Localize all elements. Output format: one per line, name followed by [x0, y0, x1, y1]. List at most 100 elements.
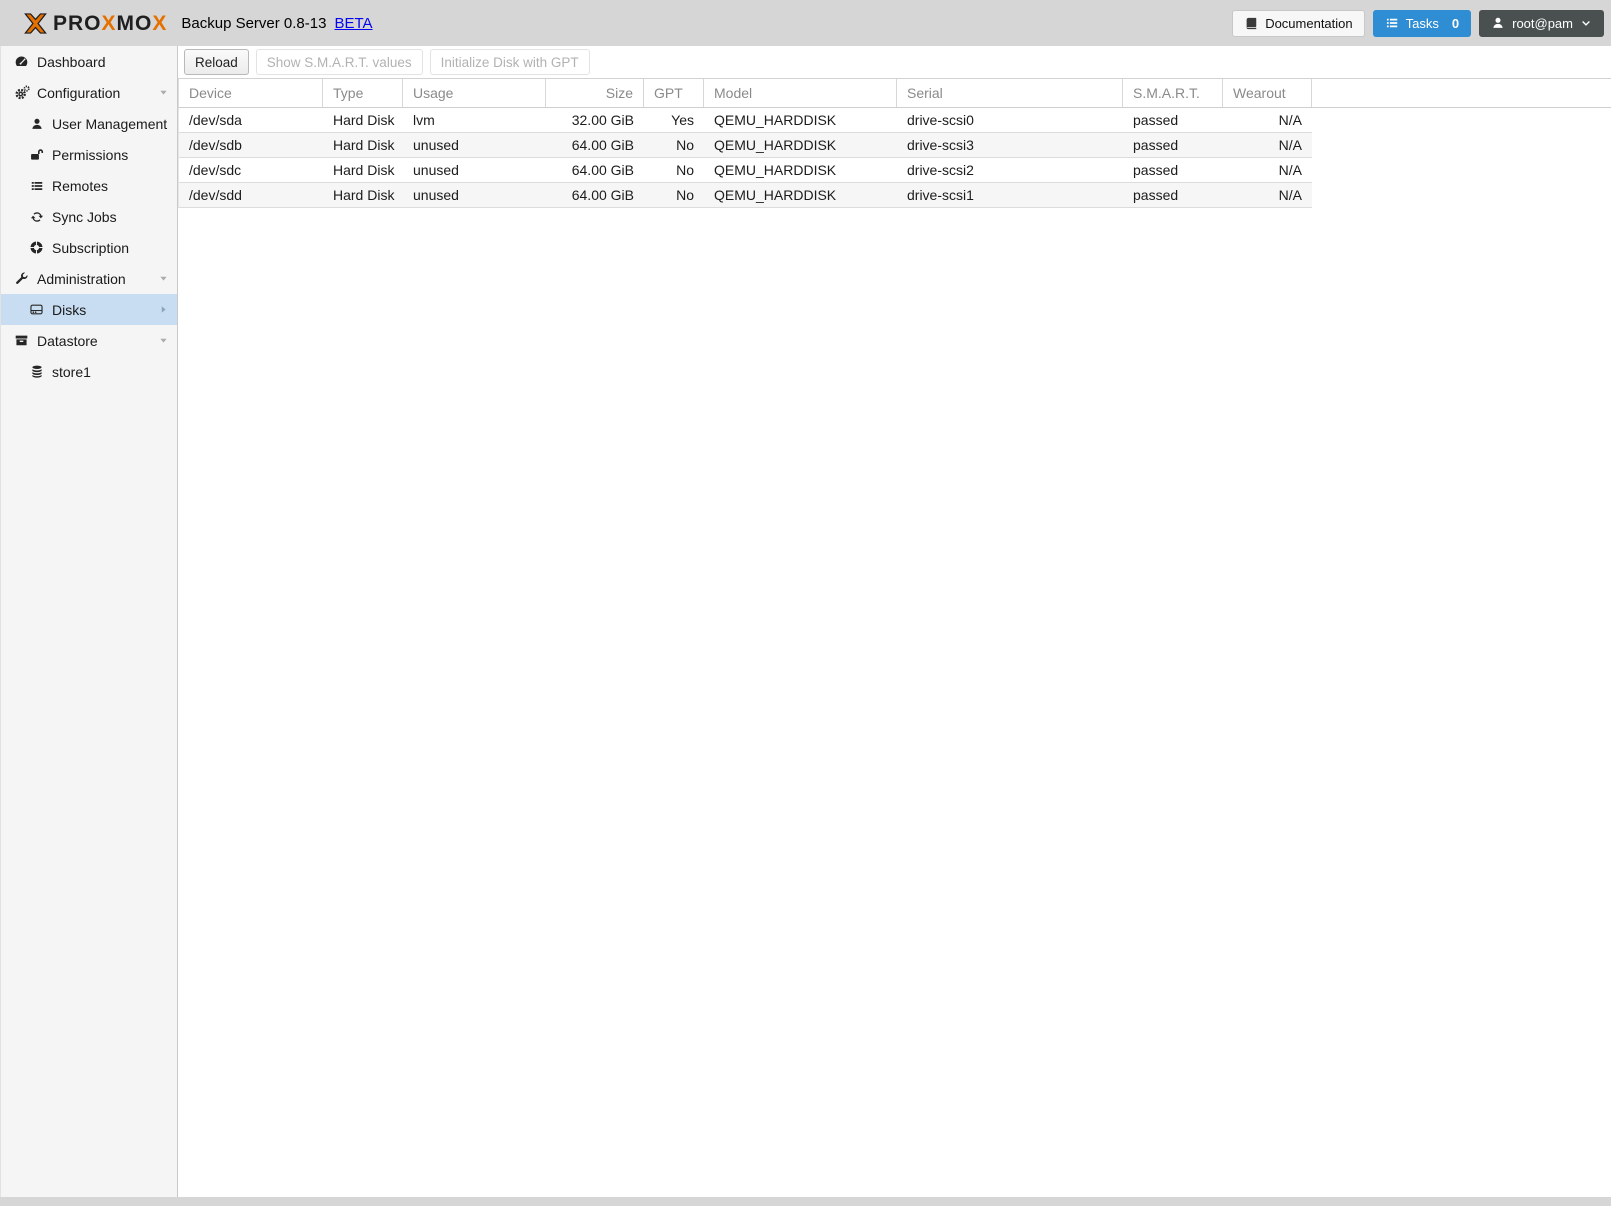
table-header-row: Device Type Usage Size GPT Model Serial …: [178, 79, 1611, 108]
cell-wearout: N/A: [1278, 187, 1302, 203]
life-ring-icon: [28, 240, 45, 255]
user-icon: [1493, 17, 1503, 28]
documentation-label: Documentation: [1265, 15, 1353, 31]
cell-model: QEMU_HARDDISK: [714, 162, 837, 178]
sidebar-item-remotes[interactable]: Remotes: [1, 170, 177, 201]
cell-smart: passed: [1133, 187, 1179, 203]
logo-wordmark: PROXMOX: [53, 11, 168, 35]
cell-gpt: No: [676, 187, 694, 203]
column-header-wearout[interactable]: Wearout: [1223, 79, 1312, 107]
sidebar-item-label: User Management: [52, 115, 168, 132]
book-icon: [1246, 17, 1257, 29]
sidebar-item-administration[interactable]: Administration: [1, 263, 177, 294]
sidebar-item-subscription[interactable]: Subscription: [1, 232, 177, 263]
table-row[interactable]: /dev/sda Hard Disk lvm 32.00 GiB Yes QEM…: [179, 108, 1312, 133]
caret-down-icon[interactable]: [158, 87, 169, 98]
sidebar-item-permissions[interactable]: Permissions: [1, 139, 177, 170]
list-bars-icon: [28, 179, 45, 193]
top-bar-actions: Documentation Tasks 0 root@pam: [1232, 9, 1606, 37]
hdd-icon: [28, 302, 45, 317]
cell-size: 64.00 GiB: [571, 162, 634, 178]
sidebar-nav: Dashboard Configuration User Management: [0, 46, 178, 1197]
chevron-down-icon: [1582, 21, 1590, 26]
sidebar-item-label: Administration: [37, 270, 126, 287]
sidebar-item-label: Remotes: [52, 177, 109, 194]
sidebar-item-label: Sync Jobs: [52, 208, 117, 225]
cell-gpt: No: [676, 162, 694, 178]
column-header-model[interactable]: Model: [704, 79, 897, 107]
column-header-gpt[interactable]: GPT: [644, 79, 704, 107]
cell-wearout: N/A: [1278, 162, 1302, 178]
cell-wearout: N/A: [1278, 112, 1302, 128]
table-row[interactable]: /dev/sdd Hard Disk unused 64.00 GiB No Q…: [179, 183, 1312, 208]
column-header-serial[interactable]: Serial: [897, 79, 1123, 107]
sidebar-item-user-management[interactable]: User Management: [1, 108, 177, 139]
main-panel: Reload Show S.M.A.R.T. values Initialize…: [178, 46, 1611, 1197]
user-menu-button[interactable]: root@pam: [1479, 9, 1604, 37]
table-row[interactable]: /dev/sdb Hard Disk unused 64.00 GiB No Q…: [179, 133, 1312, 158]
tasks-count-badge: 0: [1451, 15, 1460, 31]
cell-usage: unused: [413, 162, 459, 178]
cell-model: QEMU_HARDDISK: [714, 137, 837, 153]
sidebar-item-sync-jobs[interactable]: Sync Jobs: [1, 201, 177, 232]
cell-type: Hard Disk: [333, 112, 395, 128]
chevron-right-icon: [158, 304, 169, 315]
cell-serial: drive-scsi2: [907, 162, 974, 178]
cell-serial: drive-scsi0: [907, 112, 974, 128]
sidebar-item-label: Permissions: [52, 146, 129, 163]
sidebar-item-store1[interactable]: store1: [1, 356, 177, 387]
cell-serial: drive-scsi1: [907, 187, 974, 203]
proxmox-x-icon: [24, 12, 47, 34]
column-header-size[interactable]: Size: [546, 79, 644, 107]
sidebar-item-label: Dashboard: [37, 53, 106, 70]
top-bar: PROXMOX Backup Server 0.8-13 BETA Docume…: [0, 0, 1611, 46]
column-header-device[interactable]: Device: [179, 79, 323, 107]
database-icon: [28, 364, 45, 379]
disks-toolbar: Reload Show S.M.A.R.T. values Initialize…: [178, 46, 1611, 79]
caret-down-icon[interactable]: [158, 335, 169, 346]
app-title: Backup Server 0.8-13: [181, 14, 327, 32]
cell-wearout: N/A: [1278, 137, 1302, 153]
dashboard-icon: [13, 54, 30, 69]
sidebar-item-label: Subscription: [52, 239, 130, 256]
tasks-button[interactable]: Tasks 0: [1372, 9, 1472, 37]
cell-device: /dev/sda: [189, 112, 242, 128]
gears-icon: [13, 85, 30, 101]
cell-size: 64.00 GiB: [571, 187, 634, 203]
archive-icon: [13, 333, 30, 348]
sidebar-item-datastore[interactable]: Datastore: [1, 325, 177, 356]
cell-serial: drive-scsi3: [907, 137, 974, 153]
sidebar-item-dashboard[interactable]: Dashboard: [1, 46, 177, 77]
sidebar-item-configuration[interactable]: Configuration: [1, 77, 177, 108]
cell-type: Hard Disk: [333, 162, 395, 178]
show-smart-values-button[interactable]: Show S.M.A.R.T. values: [255, 49, 423, 75]
column-header-smart[interactable]: S.M.A.R.T.: [1123, 79, 1223, 107]
cell-gpt: Yes: [671, 112, 694, 128]
column-header-filler: [1312, 79, 1611, 107]
cell-size: 32.00 GiB: [571, 112, 634, 128]
beta-link[interactable]: BETA: [334, 15, 372, 32]
table-body: /dev/sda Hard Disk lvm 32.00 GiB Yes QEM…: [178, 108, 1611, 208]
user-icon: [28, 117, 45, 131]
reload-button[interactable]: Reload: [184, 49, 249, 75]
cell-smart: passed: [1133, 112, 1179, 128]
table-row[interactable]: /dev/sdc Hard Disk unused 64.00 GiB No Q…: [179, 158, 1312, 183]
cell-gpt: No: [676, 137, 694, 153]
sidebar-item-label: store1: [52, 363, 91, 380]
caret-down-icon[interactable]: [158, 273, 169, 284]
initialize-disk-gpt-button[interactable]: Initialize Disk with GPT: [429, 49, 590, 75]
cell-size: 64.00 GiB: [571, 137, 634, 153]
cell-usage: unused: [413, 137, 459, 153]
cell-smart: passed: [1133, 162, 1179, 178]
task-list-icon: [1386, 18, 1397, 28]
cell-smart: passed: [1133, 137, 1179, 153]
window-bottom-edge: [0, 1197, 1611, 1206]
column-header-type[interactable]: Type: [323, 79, 403, 107]
cell-usage: unused: [413, 187, 459, 203]
column-header-usage[interactable]: Usage: [403, 79, 546, 107]
sidebar-item-disks[interactable]: Disks: [1, 294, 177, 325]
cell-device: /dev/sdd: [189, 187, 242, 203]
documentation-button[interactable]: Documentation: [1232, 9, 1365, 37]
cell-usage: lvm: [413, 112, 435, 128]
sidebar-item-label: Datastore: [37, 332, 98, 349]
